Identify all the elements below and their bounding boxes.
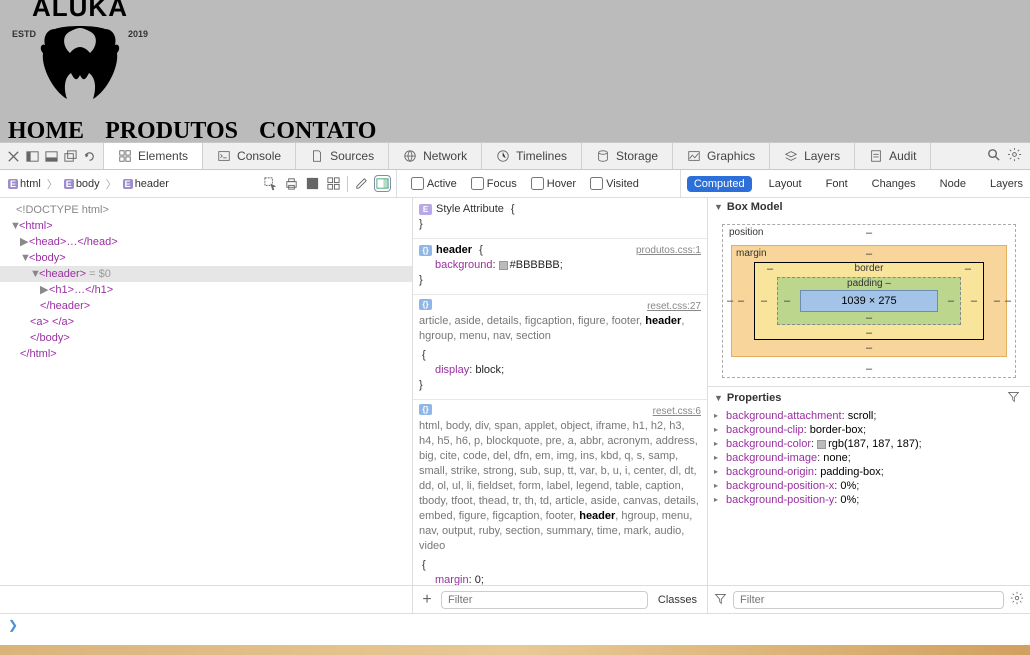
rule-source-link[interactable]: reset.css:6 bbox=[653, 404, 701, 419]
tab-changes[interactable]: Changes bbox=[865, 176, 923, 192]
graphics-icon bbox=[687, 149, 701, 163]
settings-icon[interactable] bbox=[1007, 147, 1022, 165]
right-panel-tabs: Computed Layout Font Changes Node Layers bbox=[681, 176, 1030, 192]
nav-contato[interactable]: CONTATO bbox=[259, 118, 376, 142]
property-row[interactable]: background-origin: padding-box; bbox=[708, 465, 1030, 479]
network-icon bbox=[403, 149, 417, 163]
styles-filter-input[interactable] bbox=[441, 591, 648, 609]
brand-name: ALUKA bbox=[10, 0, 150, 23]
page-preview: ALUKA ESTD 2019 HOME PRODUTOS CONTATO bbox=[0, 0, 1030, 142]
brand-logo: ALUKA ESTD 2019 bbox=[10, 0, 150, 103]
print-styles-icon[interactable] bbox=[284, 176, 299, 191]
storage-icon bbox=[596, 149, 610, 163]
classes-toggle-icon[interactable] bbox=[326, 176, 341, 191]
classes-button[interactable]: Classes bbox=[654, 594, 701, 606]
layers-icon bbox=[784, 149, 798, 163]
tab-storage[interactable]: Storage bbox=[582, 143, 673, 169]
tab-layout[interactable]: Layout bbox=[762, 176, 809, 192]
computed-properties[interactable]: ▼Properties background-attachment: scrol… bbox=[708, 386, 1030, 585]
dock-popout-icon[interactable] bbox=[63, 149, 78, 164]
console-prompt: ❯ bbox=[8, 618, 18, 632]
console-icon bbox=[217, 149, 231, 163]
breadcrumb: Ehtml 〉 Ebody 〉 Eheader bbox=[0, 176, 173, 192]
tab-node[interactable]: Node bbox=[933, 176, 973, 192]
rule-header: produtos.css:1 {}header { background: #B… bbox=[413, 239, 707, 295]
styles-panel[interactable]: EStyle Attribute { } produtos.css:1 {}he… bbox=[413, 198, 708, 585]
rule-reset-6: reset.css:6 {}html, body, div, span, app… bbox=[413, 400, 707, 585]
node-picker-icon[interactable] bbox=[263, 176, 278, 191]
tab-audit[interactable]: Audit bbox=[855, 143, 931, 169]
page-nav: HOME PRODUTOS CONTATO bbox=[8, 118, 394, 142]
tab-network[interactable]: Network bbox=[389, 143, 482, 169]
dock-bottom-icon[interactable] bbox=[44, 149, 59, 164]
tab-elements[interactable]: Elements bbox=[104, 143, 203, 169]
pseudo-hover[interactable]: Hover bbox=[531, 177, 576, 190]
new-rule-button[interactable]: + bbox=[419, 591, 435, 609]
property-row[interactable]: background-color: rgb(187, 187, 187); bbox=[708, 437, 1030, 451]
property-row[interactable]: background-position-x: 0%; bbox=[708, 479, 1030, 493]
timelines-icon bbox=[496, 149, 510, 163]
rule-source-link[interactable]: produtos.css:1 bbox=[636, 243, 701, 258]
elements-icon bbox=[118, 149, 132, 163]
console-drawer[interactable]: ❯ bbox=[0, 613, 1030, 645]
elements-subheader: Ehtml 〉 Ebody 〉 Eheader Active Focus Hov… bbox=[0, 170, 1030, 198]
crumb-header[interactable]: Eheader bbox=[119, 177, 173, 191]
tab-sources[interactable]: Sources bbox=[296, 143, 389, 169]
pseudo-focus[interactable]: Focus bbox=[471, 177, 517, 190]
layout-sidebar-icon[interactable] bbox=[375, 176, 390, 191]
rule-style-attribute: EStyle Attribute { } bbox=[413, 198, 707, 239]
property-row[interactable]: background-position-y: 0%; bbox=[708, 493, 1030, 507]
filter-toggle-icon[interactable] bbox=[1007, 390, 1020, 406]
computed-filter-input[interactable] bbox=[733, 591, 1004, 609]
brand-estd: ESTD bbox=[12, 29, 36, 39]
crumb-html[interactable]: Ehtml bbox=[4, 177, 45, 191]
pseudo-visited[interactable]: Visited bbox=[590, 177, 639, 190]
tab-console[interactable]: Console bbox=[203, 143, 296, 169]
brand-year: 2019 bbox=[128, 29, 148, 39]
box-content-size: 1039 × 275 bbox=[800, 290, 938, 312]
search-icon[interactable] bbox=[986, 147, 1001, 165]
audit-icon bbox=[869, 149, 883, 163]
rule-source-link[interactable]: reset.css:27 bbox=[647, 299, 701, 314]
nav-produtos[interactable]: PRODUTOS bbox=[105, 118, 238, 142]
dock-left-icon[interactable] bbox=[25, 149, 40, 164]
selected-node: ▼<header> = $0 bbox=[0, 266, 412, 282]
boxmodel-header[interactable]: ▼Box Model bbox=[708, 198, 1030, 216]
devtools-window-tools bbox=[0, 143, 104, 169]
tab-layers2[interactable]: Layers bbox=[983, 176, 1030, 192]
box-model-diagram: position – margin – – – – – border – – – bbox=[708, 216, 1030, 386]
computed-panel: ▼Box Model position – margin – – – – – b… bbox=[708, 198, 1030, 585]
footer-bar: + Classes bbox=[0, 585, 1030, 613]
rule-reset-27: reset.css:27 {}article, aside, details, … bbox=[413, 295, 707, 400]
tab-graphics[interactable]: Graphics bbox=[673, 143, 770, 169]
force-state-icon[interactable] bbox=[305, 176, 320, 191]
filter-icon[interactable] bbox=[714, 592, 727, 608]
devtools-tabbar: Elements Console Sources Network Timelin… bbox=[0, 142, 1030, 170]
property-row[interactable]: background-attachment: scroll; bbox=[708, 409, 1030, 423]
tab-layers[interactable]: Layers bbox=[770, 143, 855, 169]
window-frame-bottom bbox=[0, 645, 1030, 655]
reload-icon[interactable] bbox=[82, 149, 97, 164]
work-area: <!DOCTYPE html> ▼<html> ▶<head>…</head> … bbox=[0, 198, 1030, 585]
settings-icon[interactable] bbox=[1010, 591, 1024, 608]
property-row[interactable]: background-image: none; bbox=[708, 451, 1030, 465]
dom-tree[interactable]: <!DOCTYPE html> ▼<html> ▶<head>…</head> … bbox=[0, 198, 413, 585]
tab-font[interactable]: Font bbox=[819, 176, 855, 192]
crumb-body[interactable]: Ebody bbox=[60, 177, 104, 191]
properties-header[interactable]: ▼Properties bbox=[708, 387, 1030, 409]
pseudo-active[interactable]: Active bbox=[411, 177, 457, 190]
tab-timelines[interactable]: Timelines bbox=[482, 143, 582, 169]
close-icon[interactable] bbox=[6, 149, 21, 164]
property-row[interactable]: background-clip: border-box; bbox=[708, 423, 1030, 437]
beard-icon bbox=[35, 23, 125, 103]
tab-computed[interactable]: Computed bbox=[687, 176, 752, 192]
sources-icon bbox=[310, 149, 324, 163]
nav-home[interactable]: HOME bbox=[8, 118, 84, 142]
edit-icon[interactable] bbox=[354, 176, 369, 191]
